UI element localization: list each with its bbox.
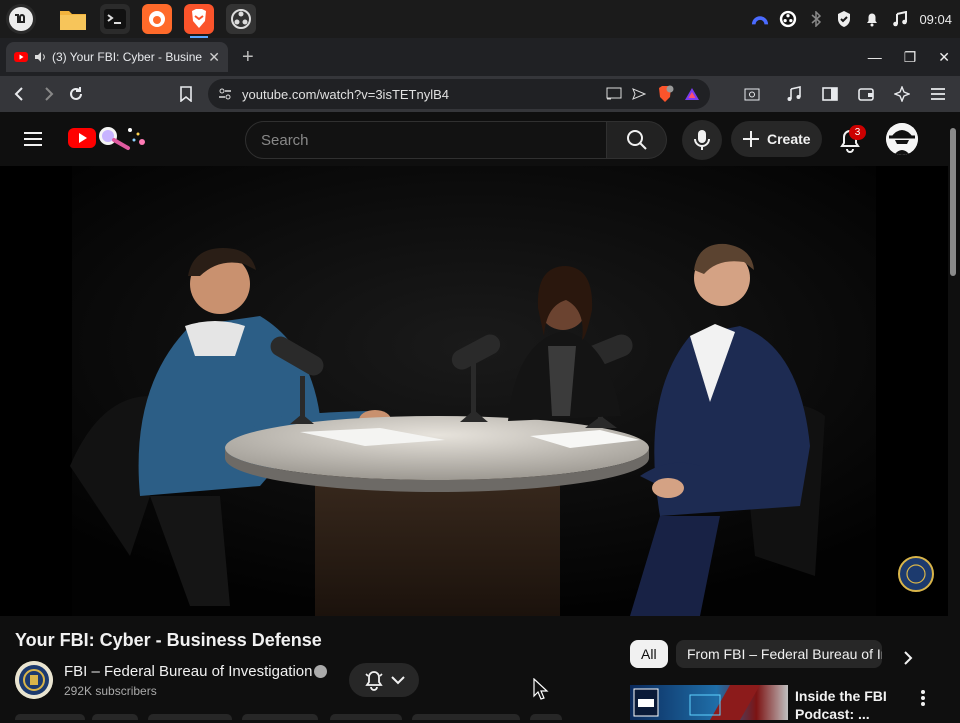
guide-menu-icon[interactable] <box>22 128 44 150</box>
bookmark-icon[interactable] <box>172 80 200 108</box>
microphone-icon <box>694 130 710 150</box>
search-input[interactable] <box>261 131 606 149</box>
send-icon[interactable] <box>632 88 646 100</box>
system-tray: 09:04 <box>751 0 952 38</box>
media-icon[interactable] <box>780 80 808 108</box>
brave-rewards-icon[interactable] <box>684 87 700 101</box>
subscriber-count: 292K subscribers <box>64 684 157 698</box>
shield-icon[interactable] <box>835 10 853 28</box>
chevron-down-icon <box>391 676 405 685</box>
brave-icon[interactable] <box>184 4 214 38</box>
browser-right-tools <box>738 76 952 112</box>
more-options-icon[interactable] <box>916 688 930 708</box>
window-controls: — ❐ ✕ <box>868 38 950 76</box>
minimize-icon[interactable]: — <box>868 49 882 65</box>
notifications-tray-icon[interactable] <box>863 10 881 28</box>
vpn-icon[interactable] <box>751 10 769 28</box>
restore-icon[interactable]: ❐ <box>904 49 917 66</box>
video-frame[interactable] <box>0 166 948 616</box>
browser-menu-icon[interactable] <box>924 80 952 108</box>
new-tab-icon[interactable]: + <box>242 46 254 69</box>
site-settings-icon[interactable] <box>218 88 232 100</box>
screenshot-icon[interactable] <box>738 80 766 108</box>
cast-icon[interactable] <box>606 87 622 101</box>
wallet-icon[interactable] <box>852 80 880 108</box>
browser-tabbar: (3) Your FBI: Cyber - Busine ✕ + — ❐ ✕ <box>0 38 960 76</box>
obs-tray-icon[interactable] <box>779 10 797 28</box>
brave-shields-icon[interactable] <box>656 85 674 103</box>
chip-from-channel[interactable]: From FBI – Federal Bureau of Inv <box>676 640 882 668</box>
chevron-right-icon[interactable] <box>896 646 920 670</box>
youtube-favicon-icon <box>14 52 28 62</box>
sidebar-icon[interactable] <box>816 80 844 108</box>
search-icon <box>626 130 647 150</box>
voice-search-button[interactable] <box>682 120 722 160</box>
bluetooth-icon[interactable] <box>807 10 825 28</box>
search-box[interactable] <box>245 121 607 159</box>
channel-name[interactable]: FBI – Federal Bureau of Investigation <box>64 663 312 680</box>
url-text[interactable]: youtube.com/watch?v=3isTETnylB4 <box>242 87 596 102</box>
video-player[interactable] <box>0 166 948 616</box>
plus-icon <box>743 131 759 147</box>
firefox-icon[interactable] <box>142 4 172 34</box>
bell-icon <box>365 671 383 691</box>
terminal-icon[interactable] <box>100 4 130 34</box>
create-label: Create <box>767 131 811 147</box>
clock[interactable]: 09:04 <box>919 12 952 27</box>
recommended-title-line2: Podcast: ... <box>795 706 870 722</box>
address-bar[interactable]: youtube.com/watch?v=3isTETnylB4 <box>208 79 710 109</box>
chip-all[interactable]: All <box>630 640 668 668</box>
create-button[interactable]: Create <box>731 121 822 157</box>
youtube-logo[interactable] <box>68 128 96 148</box>
forward-icon[interactable] <box>34 80 62 108</box>
youtube-header: Create 3 <box>0 112 948 166</box>
page-scrollbar-thumb[interactable] <box>950 128 956 276</box>
obs-icon[interactable] <box>226 4 256 34</box>
recommended-thumbnail[interactable] <box>630 685 788 720</box>
os-taskbar: 09:04 <box>0 0 960 38</box>
files-icon[interactable] <box>58 4 88 34</box>
browser-tab[interactable]: (3) Your FBI: Cyber - Busine ✕ <box>6 42 228 72</box>
back-icon[interactable] <box>6 80 34 108</box>
recommended-title-line1: Inside the FBI <box>795 688 887 704</box>
menu-icon[interactable] <box>6 4 36 34</box>
action-buttons-row <box>15 714 562 720</box>
reload-icon[interactable] <box>62 80 90 108</box>
youtube-doodle-icon[interactable] <box>98 124 150 152</box>
tab-title: (3) Your FBI: Cyber - Busine <box>52 50 203 64</box>
speaker-icon[interactable] <box>34 51 46 63</box>
search-button[interactable] <box>607 121 667 159</box>
account-avatar[interactable] <box>886 123 918 155</box>
tab-close-icon[interactable]: ✕ <box>208 49 220 66</box>
leo-ai-icon[interactable] <box>888 80 916 108</box>
verified-badge-icon <box>314 665 327 678</box>
recommended-title[interactable]: Inside the FBI Podcast: ... <box>795 687 905 723</box>
mouse-cursor-icon <box>533 678 549 700</box>
channel-avatar[interactable] <box>15 661 53 699</box>
subscription-bell-button[interactable] <box>349 663 419 697</box>
close-window-icon[interactable]: ✕ <box>938 49 950 66</box>
video-title: Your FBI: Cyber - Business Defense <box>15 630 322 650</box>
music-tray-icon[interactable] <box>891 10 909 28</box>
browser-toolbar: youtube.com/watch?v=3isTETnylB4 <box>0 76 960 112</box>
notification-badge: 3 <box>849 125 866 140</box>
